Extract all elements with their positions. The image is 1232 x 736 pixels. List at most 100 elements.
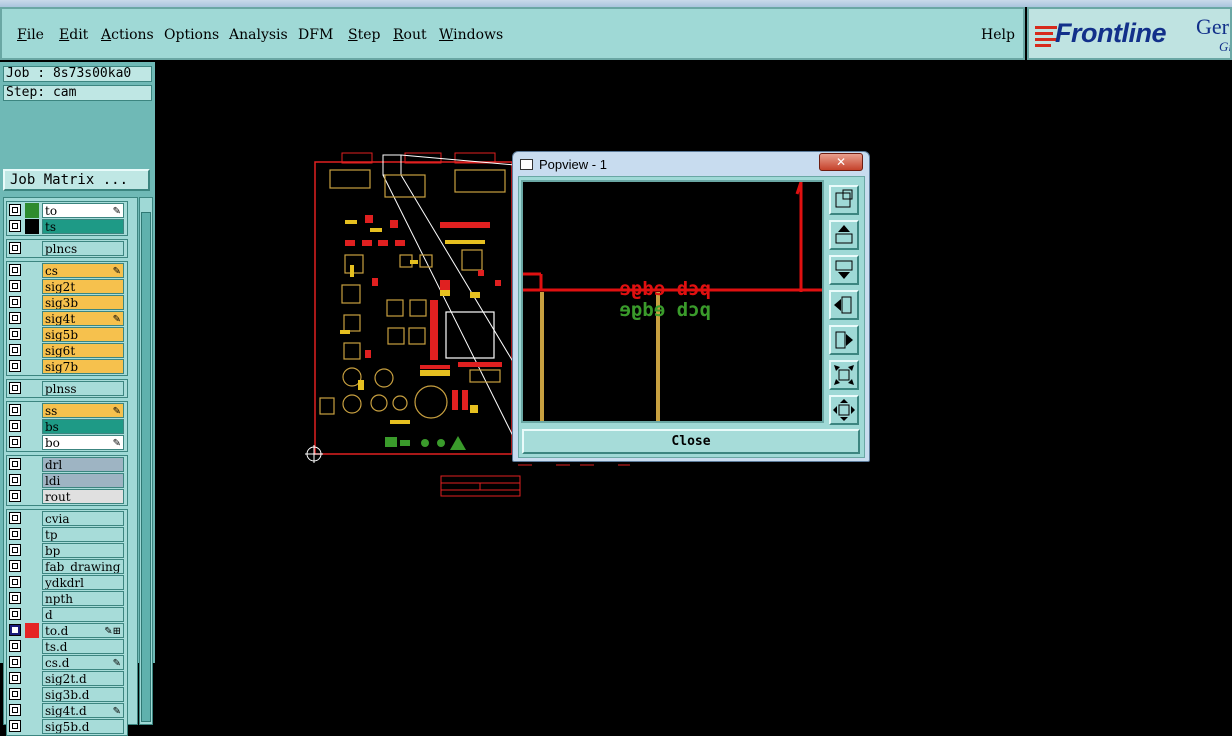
layer-name[interactable]: sig3b [42,295,124,310]
zoom-out-button[interactable] [829,395,859,425]
menu-windows[interactable]: Windows [439,27,503,43]
layer-name[interactable]: sig5b [42,327,124,342]
layer-row-plnss[interactable]: plnss [4,381,126,396]
layer-row-fab-drawing[interactable]: fab_drawing [4,559,126,574]
layer-row-plncs[interactable]: plncs [4,241,126,256]
layer-row-cvia[interactable]: cvia [4,511,126,526]
layer-name[interactable]: rout [42,489,124,504]
menu-file[interactable]: File [17,27,44,43]
layer-name[interactable]: sig2t [42,279,124,294]
layer-checkbox[interactable] [9,360,21,372]
layer-row-rout[interactable]: rout [4,489,126,504]
layer-checkbox[interactable] [9,656,21,668]
layer-name[interactable]: ss ✎ [42,403,124,418]
close-button[interactable]: Close [522,429,860,454]
layer-row-bs[interactable]: bs [4,419,126,434]
layer-checkbox[interactable] [9,420,21,432]
layer-checkbox[interactable] [9,312,21,324]
layer-name[interactable]: npth [42,591,124,606]
pan-left-button[interactable] [829,290,859,320]
layer-checkbox[interactable] [9,220,21,232]
layer-row-ts-d[interactable]: ts.d [4,639,126,654]
layer-row-sig7b[interactable]: sig7b [4,359,126,374]
layer-name[interactable]: plncs [42,241,124,256]
layer-checkbox[interactable] [9,436,21,448]
layer-name[interactable]: ydkdrl [42,575,124,590]
layer-row-tp[interactable]: tp [4,527,126,542]
menu-step[interactable]: Step [348,27,380,43]
layer-row-to-d[interactable]: to.d ✎⊞ [4,623,126,638]
layer-name[interactable]: to.d ✎⊞ [42,623,124,638]
layer-name[interactable]: plnss [42,381,124,396]
layer-name[interactable]: sig5b.d [42,719,124,734]
zoom-in-button[interactable] [829,360,859,390]
menu-analysis[interactable]: Analysis [229,27,288,43]
layer-checkbox[interactable] [9,204,21,216]
layer-checkbox[interactable] [9,624,21,636]
layer-name[interactable]: bo ✎ [42,435,124,450]
layer-name[interactable]: sig7b [42,359,124,374]
layer-color-swatch[interactable] [25,623,39,638]
menu-options[interactable]: Options [164,27,219,43]
layer-row-ts[interactable]: ts [4,219,126,234]
layer-checkbox[interactable] [9,242,21,254]
layer-checkbox[interactable] [9,404,21,416]
layer-checkbox[interactable] [9,264,21,276]
menu-rout[interactable]: Rout [393,27,427,43]
layer-checkbox[interactable] [9,592,21,604]
pan-down-button[interactable] [829,255,859,285]
layer-name[interactable]: bs [42,419,124,434]
layer-name[interactable]: sig4t.d ✎ [42,703,124,718]
menu-actions[interactable]: Actions [101,27,154,43]
layer-name[interactable]: drl [42,457,124,472]
layer-name[interactable]: d [42,607,124,622]
layer-checkbox[interactable] [9,720,21,732]
layer-row-sig4t-d[interactable]: sig4t.d ✎ [4,703,126,718]
layer-checkbox[interactable] [9,344,21,356]
menu-dfm[interactable]: DFM [298,27,333,43]
layer-name[interactable]: sig3b.d [42,687,124,702]
menu-edit[interactable]: Edit [59,27,88,43]
layer-checkbox[interactable] [9,490,21,502]
layer-name[interactable]: tp [42,527,124,542]
layer-name[interactable]: ts.d [42,639,124,654]
layer-checkbox[interactable] [9,328,21,340]
layer-checkbox[interactable] [9,458,21,470]
layer-checkbox[interactable] [9,576,21,588]
layer-row-bp[interactable]: bp [4,543,126,558]
layer-checkbox[interactable] [9,382,21,394]
pan-right-button[interactable] [829,325,859,355]
close-icon[interactable]: ✕ [819,153,863,171]
layer-row-ldi[interactable]: ldi [4,473,126,488]
layer-name[interactable]: ldi [42,473,124,488]
layer-checkbox[interactable] [9,474,21,486]
layer-row-sig6t[interactable]: sig6t [4,343,126,358]
layer-row-bo[interactable]: bo ✎ [4,435,126,450]
menu-help[interactable]: Help [981,27,1015,43]
popview-canvas[interactable]: pcb edge pcb edge [521,180,824,423]
layer-name[interactable]: bp [42,543,124,558]
layer-name[interactable]: sig6t [42,343,124,358]
layer-checkbox[interactable] [9,512,21,524]
zoom-home-button[interactable] [829,185,859,215]
layer-row-sig3b-d[interactable]: sig3b.d [4,687,126,702]
layer-name[interactable]: to ✎ [42,203,124,218]
layer-checkbox[interactable] [9,528,21,540]
layer-row-sig2t-d[interactable]: sig2t.d [4,671,126,686]
layer-name[interactable]: cvia [42,511,124,526]
layer-checkbox[interactable] [9,608,21,620]
layer-row-ydkdrl[interactable]: ydkdrl [4,575,126,590]
layer-checkbox[interactable] [9,560,21,572]
layer-checkbox[interactable] [9,688,21,700]
layer-row-sig5b[interactable]: sig5b [4,327,126,342]
scrollbar-thumb[interactable] [141,212,151,722]
layer-name[interactable]: sig2t.d [42,671,124,686]
layer-name[interactable]: fab_drawing [42,559,124,574]
layer-scrollbar[interactable] [139,197,153,725]
layer-row-sig2t[interactable]: sig2t [4,279,126,294]
layer-row-npth[interactable]: npth [4,591,126,606]
layer-color-swatch[interactable] [25,203,39,218]
job-matrix-button[interactable]: Job Matrix ... [3,169,150,191]
layer-row-sig5b-d[interactable]: sig5b.d [4,719,126,734]
layer-row-drl[interactable]: drl [4,457,126,472]
